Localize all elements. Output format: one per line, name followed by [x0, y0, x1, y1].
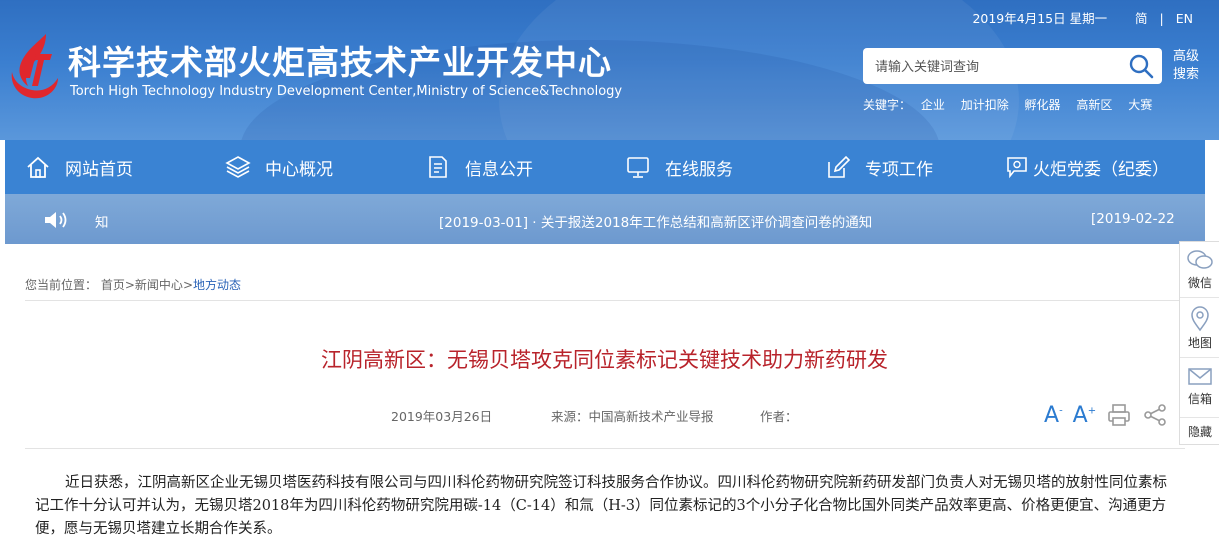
advanced-search-link[interactable]: 高级搜索 — [1173, 48, 1205, 84]
lang-simplified-link[interactable]: 简 — [1135, 11, 1148, 26]
breadcrumb-separator: > — [182, 278, 193, 292]
font-larger-label: A — [1044, 402, 1060, 428]
wechat-button[interactable]: 微信 — [1180, 248, 1219, 291]
map-label: 地图 — [1187, 336, 1212, 350]
nav-item-overview[interactable]: 中心概况 — [225, 140, 333, 194]
keyword-link[interactable]: 高新区 — [1076, 98, 1112, 112]
breadcrumb: 您当前位置： 首页>新闻中心>地方动态 — [25, 276, 241, 293]
article-author: 作者： — [760, 409, 798, 424]
divider — [1119, 11, 1123, 26]
divider — [25, 448, 1185, 449]
hide-sidebar-button[interactable]: 隐藏 — [1180, 423, 1219, 440]
edit-icon — [828, 155, 851, 178]
top-bar: 2019年4月15日 星期一 简 | EN — [972, 8, 1193, 27]
notice-bar: 知 [2019-03-01] · 关于报送2018年工作总结和高新区评价调查问卷… — [5, 194, 1205, 244]
mail-icon — [1188, 368, 1212, 385]
wechat-label: 微信 — [1187, 276, 1212, 290]
article-body: 近日获悉，江阴高新区企业无锡贝塔医药科技有限公司与四川科伦药物研究院签订科技服务… — [35, 475, 1167, 537]
nav-item-info-disclosure[interactable]: 信息公开 — [425, 140, 533, 194]
torch-logo-icon — [11, 34, 58, 99]
speaker-icon — [45, 212, 67, 228]
home-icon — [27, 156, 49, 178]
nav-item-party-committee[interactable]: 火炬党委（纪委） — [1005, 140, 1169, 194]
breadcrumb-news[interactable]: 新闻中心 — [135, 278, 183, 292]
notice-link[interactable]: [2019-02-22] — [1091, 211, 1175, 227]
search-box — [863, 48, 1162, 84]
keywords-label: 关键字： — [863, 98, 912, 112]
keyword-link[interactable]: 企业 — [921, 98, 945, 112]
floating-sidebar: 微信 地图 信箱 隐藏 — [1179, 241, 1219, 445]
breadcrumb-prefix: 您当前位置： — [25, 278, 98, 292]
notice-link[interactable]: [2019-03-01] · 关于报送2018年工作总结和高新区评价调查问卷的通… — [439, 211, 872, 231]
breadcrumb-current[interactable]: 地方动态 — [193, 278, 241, 292]
article-tools: A- A+ — [1044, 402, 1178, 428]
party-icon — [1007, 157, 1027, 179]
breadcrumb-separator: > — [124, 278, 135, 292]
divider — [25, 300, 1185, 301]
mailbox-label: 信箱 — [1187, 392, 1212, 406]
nav-label: 火炬党委（纪委） — [1033, 159, 1169, 180]
hide-label: 隐藏 — [1187, 425, 1212, 439]
font-larger-button[interactable]: A- — [1044, 403, 1063, 428]
breadcrumb-home[interactable]: 首页 — [101, 278, 125, 292]
wechat-icon — [1187, 250, 1213, 269]
document-icon — [429, 156, 447, 178]
map-button[interactable]: 地图 — [1180, 306, 1219, 351]
article-source: 来源：中国高新技术产业导报 — [551, 409, 714, 424]
mailbox-button[interactable]: 信箱 — [1180, 366, 1219, 407]
article-title: 江阴高新区：无锡贝塔攻克同位素标记关键技术助力新药研发 — [321, 348, 888, 372]
hot-keywords: 关键字： 企业 加计扣除 孵化器 高新区 大赛 — [863, 96, 1164, 113]
nav-item-online-service[interactable]: 在线服务 — [625, 140, 733, 194]
font-smaller-label: A — [1072, 402, 1088, 428]
main-nav: 网站首页 中心概况 信息公开 在线服务 专项工作 火炬党委（纪委） — [5, 140, 1205, 194]
monitor-icon — [627, 157, 649, 178]
keyword-link[interactable]: 大赛 — [1128, 98, 1152, 112]
font-smaller-button[interactable]: A+ — [1073, 403, 1096, 428]
search-icon[interactable] — [1128, 53, 1154, 79]
current-date: 2019年4月15日 星期一 — [972, 11, 1108, 26]
divider — [1180, 417, 1219, 418]
print-icon[interactable] — [1106, 402, 1132, 428]
nav-label: 网站首页 — [65, 159, 133, 180]
keyword-link[interactable]: 加计扣除 — [961, 98, 1009, 112]
article-date: 2019年03月26日 — [391, 409, 493, 424]
layers-icon — [225, 156, 251, 178]
site-title: 科学技术部火炬高技术产业开发中心 — [68, 43, 612, 82]
site-subtitle: Torch High Technology Industry Developme… — [70, 84, 623, 99]
divider: | — [1159, 11, 1164, 26]
nav-item-special-work[interactable]: 专项工作 — [825, 140, 933, 194]
notice-label: 知 — [95, 215, 109, 231]
lang-english-link[interactable]: EN — [1176, 11, 1193, 26]
nav-label: 信息公开 — [465, 159, 533, 180]
keyword-link[interactable]: 孵化器 — [1025, 98, 1061, 112]
nav-label: 在线服务 — [665, 159, 733, 180]
nav-label: 专项工作 — [865, 159, 933, 180]
search-input[interactable] — [873, 56, 1117, 78]
nav-label: 中心概况 — [265, 159, 333, 180]
map-pin-icon — [1191, 306, 1209, 332]
nav-item-home[interactable]: 网站首页 — [25, 140, 133, 194]
share-icon[interactable] — [1142, 402, 1168, 428]
divider — [1180, 357, 1219, 358]
divider — [1180, 297, 1219, 298]
site-header: 科学技术部火炬高技术产业开发中心 Torch High Technology I… — [0, 0, 1219, 140]
